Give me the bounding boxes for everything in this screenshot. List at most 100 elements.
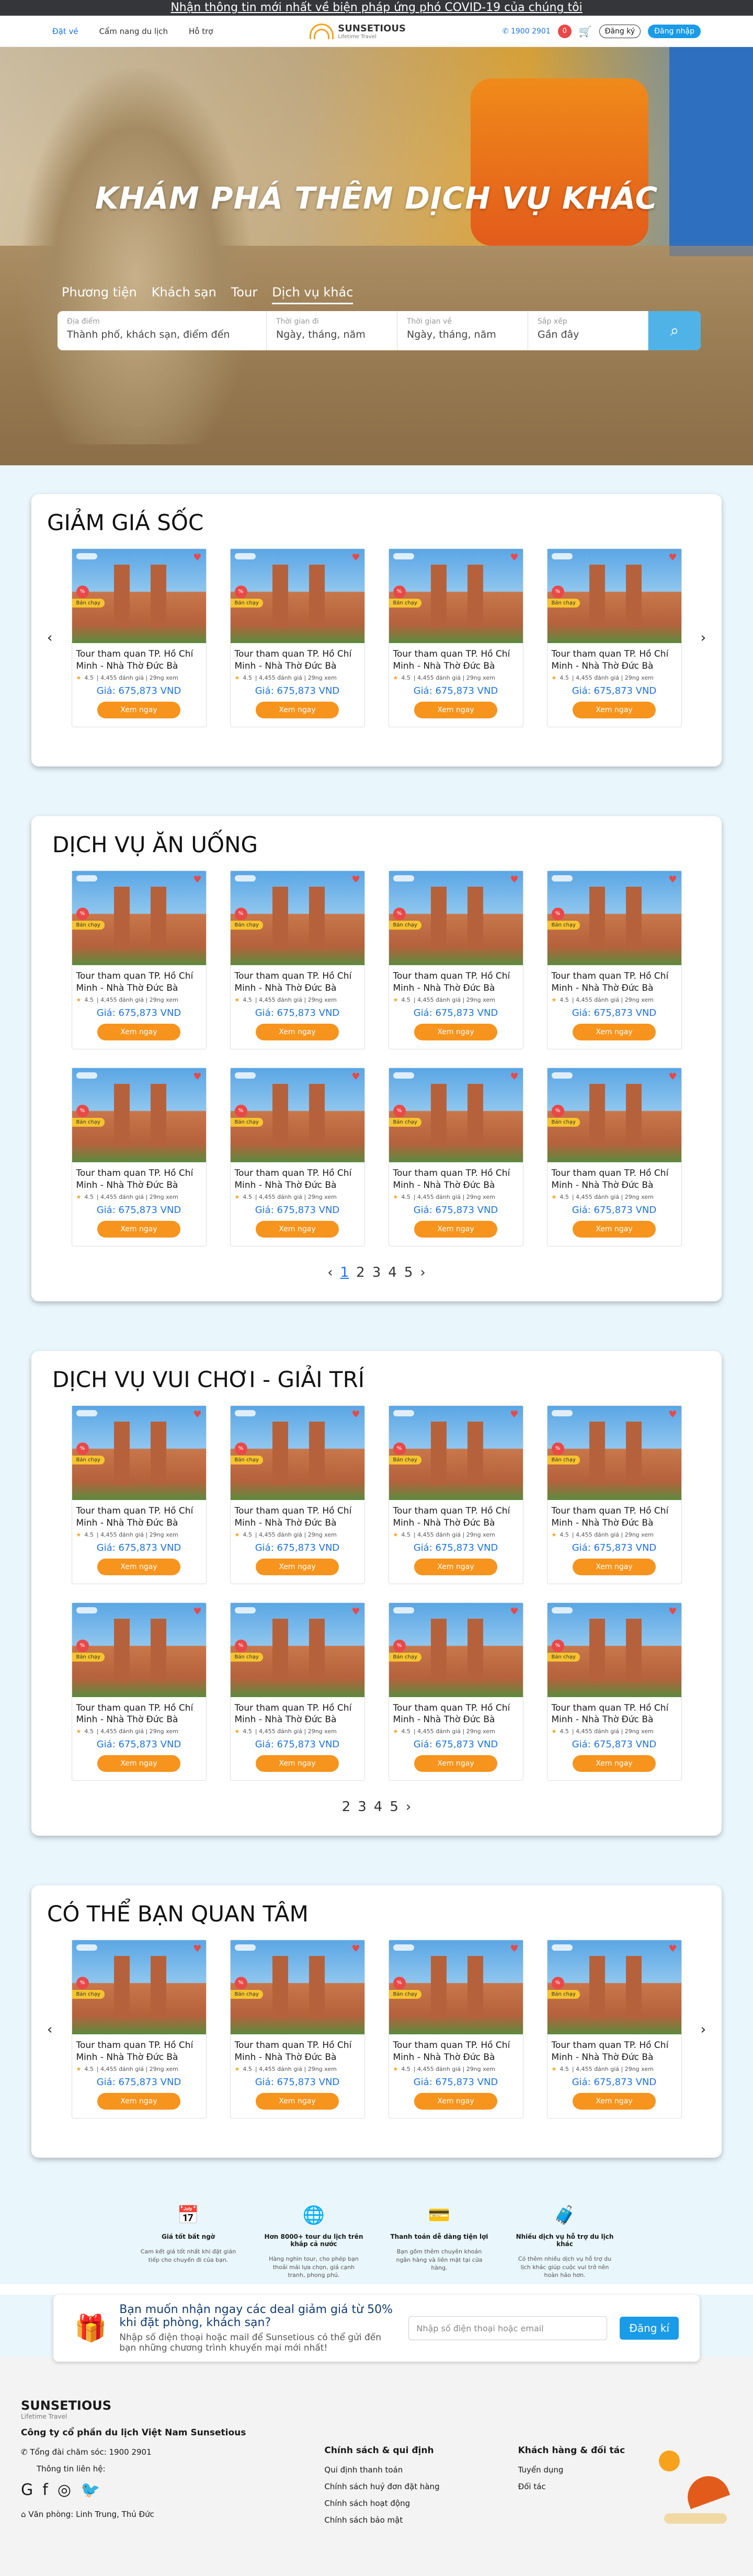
tour-card[interactable]: ♥% Bán chạy Tour tham quan TP. Hồ Chí Minh… bbox=[71, 1940, 207, 2119]
tour-title[interactable]: Tour tham quan TP. Hồ Chí Minh - Nhà Thờ… bbox=[389, 965, 523, 997]
view-now-button[interactable]: Xem ngay bbox=[573, 1755, 656, 1772]
tour-card[interactable]: ♥% Bán chạy Tour tham quan TP. Hồ Chí Minh… bbox=[388, 1067, 523, 1246]
heart-icon[interactable]: ♥ bbox=[193, 874, 201, 885]
depart-date-field[interactable]: Thời gian đi Ngày, tháng, năm bbox=[267, 311, 397, 350]
view-now-button[interactable]: Xem ngay bbox=[414, 1023, 497, 1040]
next-page-icon[interactable]: › bbox=[406, 1799, 411, 1815]
tour-title[interactable]: Tour tham quan TP. Hồ Chí Minh - Nhà Thờ… bbox=[547, 1500, 681, 1531]
tour-card[interactable]: ♥% Bán chạy Tour tham quan TP. Hồ Chí Minh… bbox=[546, 1067, 682, 1246]
view-now-button[interactable]: Xem ngay bbox=[256, 2093, 339, 2110]
tab-other-services[interactable]: Dịch vụ khác bbox=[272, 285, 353, 304]
view-now-button[interactable]: Xem ngay bbox=[256, 701, 339, 718]
return-date-field[interactable]: Thời gian về Ngày, tháng, năm bbox=[397, 311, 528, 350]
heart-icon[interactable]: ♥ bbox=[351, 874, 360, 885]
view-now-button[interactable]: Xem ngay bbox=[573, 1220, 656, 1238]
page-3[interactable]: 3 bbox=[372, 1265, 381, 1280]
tour-title[interactable]: Tour tham quan TP. Hồ Chí Minh - Nhà Thờ… bbox=[547, 1162, 681, 1194]
tour-card[interactable]: ♥% Bán chạy Tour tham quan TP. Hồ Chí Minh… bbox=[546, 548, 682, 727]
view-now-button[interactable]: Xem ngay bbox=[97, 1023, 180, 1040]
nav-link-support[interactable]: Hỗ trợ bbox=[189, 27, 213, 36]
google-icon[interactable]: G bbox=[21, 2481, 33, 2499]
footer-link-operation[interactable]: Chính sách hoạt động bbox=[324, 2499, 439, 2508]
view-now-button[interactable]: Xem ngay bbox=[414, 1220, 497, 1238]
tab-hotel[interactable]: Khách sạn bbox=[152, 285, 216, 304]
tab-tour[interactable]: Tour bbox=[231, 285, 257, 304]
view-now-button[interactable]: Xem ngay bbox=[573, 2093, 656, 2110]
tour-title[interactable]: Tour tham quan TP. Hồ Chí Minh - Nhà Thờ… bbox=[231, 2034, 364, 2066]
view-now-button[interactable]: Xem ngay bbox=[414, 2093, 497, 2110]
newsletter-submit-button[interactable]: Đăng kí bbox=[620, 2317, 679, 2340]
heart-icon[interactable]: ♥ bbox=[510, 1943, 518, 1954]
page-2[interactable]: 2 bbox=[356, 1265, 365, 1280]
view-now-button[interactable]: Xem ngay bbox=[414, 1755, 497, 1772]
heart-icon[interactable]: ♥ bbox=[351, 1943, 360, 1954]
place-field[interactable]: Địa điểm Thành phố, khách sạn, điểm đến bbox=[58, 311, 267, 350]
next-page-icon[interactable]: › bbox=[420, 1265, 425, 1280]
facebook-icon[interactable]: f bbox=[42, 2481, 48, 2499]
heart-icon[interactable]: ♥ bbox=[668, 874, 677, 885]
tour-title[interactable]: Tour tham quan TP. Hồ Chí Minh - Nhà Thờ… bbox=[231, 1697, 364, 1728]
tour-card[interactable]: ♥% Bán chạy Tour tham quan TP. Hồ Chí Minh… bbox=[388, 1602, 523, 1781]
view-now-button[interactable]: Xem ngay bbox=[256, 1023, 339, 1040]
footer-logo[interactable]: SUNSETIOUS Lifetime Travel bbox=[21, 2398, 246, 2420]
tour-title[interactable]: Tour tham quan TP. Hồ Chí Minh - Nhà Thờ… bbox=[72, 643, 206, 674]
page-3[interactable]: 3 bbox=[358, 1799, 367, 1815]
tour-title[interactable]: Tour tham quan TP. Hồ Chí Minh - Nhà Thờ… bbox=[231, 1500, 364, 1531]
view-now-button[interactable]: Xem ngay bbox=[97, 1220, 180, 1238]
nav-link-guide[interactable]: Cẩm nang du lịch bbox=[99, 27, 168, 36]
tour-title[interactable]: Tour tham quan TP. Hồ Chí Minh - Nhà Thờ… bbox=[389, 2034, 523, 2066]
tour-title[interactable]: Tour tham quan TP. Hồ Chí Minh - Nhà Thờ… bbox=[389, 1500, 523, 1531]
tour-card[interactable]: ♥% Bán chạy Tour tham quan TP. Hồ Chí Minh… bbox=[230, 1405, 365, 1584]
heart-icon[interactable]: ♥ bbox=[668, 1606, 677, 1617]
tour-card[interactable]: ♥% Bán chạy Tour tham quan TP. Hồ Chí Minh… bbox=[546, 1405, 682, 1584]
tour-title[interactable]: Tour tham quan TP. Hồ Chí Minh - Nhà Thờ… bbox=[389, 643, 523, 674]
tour-card[interactable]: ♥% Bán chạy Tour tham quan TP. Hồ Chí Minh… bbox=[388, 548, 523, 727]
tour-title[interactable]: Tour tham quan TP. Hồ Chí Minh - Nhà Thờ… bbox=[231, 965, 364, 997]
tour-card[interactable]: ♥% Bán chạy Tour tham quan TP. Hồ Chí Minh… bbox=[71, 1405, 207, 1584]
view-now-button[interactable]: Xem ngay bbox=[97, 701, 180, 718]
tour-card[interactable]: ♥% Bán chạy Tour tham quan TP. Hồ Chí Minh… bbox=[388, 1940, 523, 2119]
twitter-icon[interactable]: 🐦 bbox=[81, 2481, 100, 2499]
carousel-next-icon[interactable]: › bbox=[701, 2022, 706, 2037]
footer-link-careers[interactable]: Tuyển dụng bbox=[518, 2465, 625, 2475]
tour-card[interactable]: ♥% Bán chạy Tour tham quan TP. Hồ Chí Minh… bbox=[230, 1940, 365, 2119]
carousel-prev-icon[interactable]: ‹ bbox=[47, 630, 52, 646]
footer-hotline[interactable]: ✆ Tổng đài chăm sóc: 1900 2901 bbox=[21, 2447, 246, 2457]
tour-card[interactable]: ♥% Bán chạy Tour tham quan TP. Hồ Chí Minh… bbox=[71, 1067, 207, 1246]
tour-card[interactable]: ♥% Bán chạy Tour tham quan TP. Hồ Chí Minh… bbox=[230, 1602, 365, 1781]
tour-title[interactable]: Tour tham quan TP. Hồ Chí Minh - Nhà Thờ… bbox=[547, 2034, 681, 2066]
view-now-button[interactable]: Xem ngay bbox=[256, 1558, 339, 1575]
tour-title[interactable]: Tour tham quan TP. Hồ Chí Minh - Nhà Thờ… bbox=[231, 643, 364, 674]
tour-title[interactable]: Tour tham quan TP. Hồ Chí Minh - Nhà Thờ… bbox=[231, 1162, 364, 1194]
tour-card[interactable]: ♥% Bán chạy Tour tham quan TP. Hồ Chí Minh… bbox=[230, 1067, 365, 1246]
prev-page-icon[interactable]: ‹ bbox=[327, 1265, 333, 1280]
view-now-button[interactable]: Xem ngay bbox=[97, 1558, 180, 1575]
view-now-button[interactable]: Xem ngay bbox=[97, 1755, 180, 1772]
page-4[interactable]: 4 bbox=[388, 1265, 397, 1280]
tour-card[interactable]: ♥% Bán chạy Tour tham quan TP. Hồ Chí Minh… bbox=[546, 1940, 682, 2119]
footer-link-cancel[interactable]: Chính sách huỷ đơn đặt hàng bbox=[324, 2482, 439, 2491]
page-5[interactable]: 5 bbox=[404, 1265, 413, 1280]
view-now-button[interactable]: Xem ngay bbox=[414, 701, 497, 718]
tour-card[interactable]: ♥% Bán chạy Tour tham quan TP. Hồ Chí Minh… bbox=[230, 870, 365, 1049]
hotline-link[interactable]: ✆ 1900 2901 bbox=[503, 27, 551, 36]
carousel-prev-icon[interactable]: ‹ bbox=[47, 2022, 52, 2037]
heart-icon[interactable]: ♥ bbox=[351, 1606, 360, 1617]
view-now-button[interactable]: Xem ngay bbox=[573, 1558, 656, 1575]
page-5[interactable]: 5 bbox=[390, 1799, 398, 1815]
register-button[interactable]: Đăng ký bbox=[599, 24, 641, 38]
notification-badge[interactable]: 0 bbox=[557, 24, 572, 38]
heart-icon[interactable]: ♥ bbox=[510, 1606, 518, 1617]
site-logo[interactable]: SUNSETIOUS Lifetime Travel bbox=[213, 23, 502, 40]
view-now-button[interactable]: Xem ngay bbox=[256, 1220, 339, 1238]
tour-card[interactable]: ♥% Bán chạy Tour tham quan TP. Hồ Chí Minh… bbox=[71, 870, 207, 1049]
heart-icon[interactable]: ♥ bbox=[510, 1071, 518, 1082]
heart-icon[interactable]: ♥ bbox=[193, 552, 201, 563]
tour-card[interactable]: ♥% Bán chạy Tour tham quan TP. Hồ Chí Minh… bbox=[546, 1602, 682, 1781]
instagram-icon[interactable]: ◎ bbox=[58, 2481, 71, 2499]
heart-icon[interactable]: ♥ bbox=[351, 1409, 360, 1420]
page-4[interactable]: 4 bbox=[374, 1799, 383, 1815]
tour-card[interactable]: ♥% Bán chạy Tour tham quan TP. Hồ Chí Minh… bbox=[71, 1602, 207, 1781]
footer-link-payment[interactable]: Qui định thanh toán bbox=[324, 2465, 439, 2475]
tour-title[interactable]: Tour tham quan TP. Hồ Chí Minh - Nhà Thờ… bbox=[389, 1162, 523, 1194]
